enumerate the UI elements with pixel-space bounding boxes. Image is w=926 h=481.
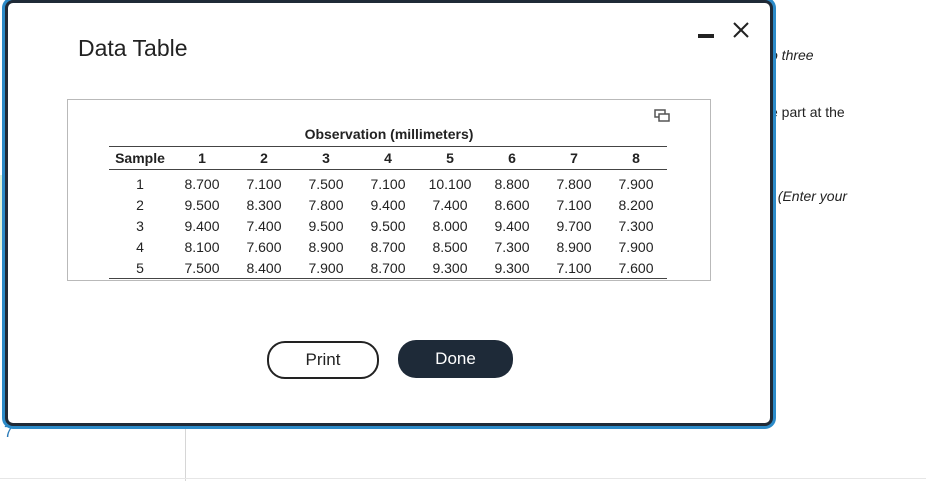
table-cell: 7.100 bbox=[370, 175, 406, 192]
table-cell: 7.100 bbox=[543, 257, 605, 279]
column-header: 4 bbox=[357, 146, 419, 170]
table-cell: 8.700 bbox=[370, 238, 406, 255]
table-row: 5 7.500 8.400 7.900 8.700 9.300 9.300 7.100 7.60… bbox=[109, 257, 667, 279]
done-button[interactable]: Done bbox=[398, 340, 513, 378]
table-cell: 10.100 bbox=[428, 175, 472, 192]
minimize-icon[interactable] bbox=[698, 34, 714, 38]
column-header: 5 bbox=[419, 146, 481, 170]
background-text: e part at the bbox=[770, 104, 845, 120]
background-divider bbox=[185, 428, 186, 481]
column-header: 7 bbox=[543, 146, 605, 170]
table-cell: 7.300 bbox=[494, 238, 530, 255]
table-cell: 9.300 bbox=[481, 257, 543, 279]
table-cell: 7.400 bbox=[246, 217, 282, 234]
column-header: 3 bbox=[295, 146, 357, 170]
background-divider bbox=[0, 478, 926, 479]
table-row: 4 8.100 7.600 8.900 8.700 8.500 7.300 8.900 7.90… bbox=[109, 236, 667, 257]
table-cell: 8.200 bbox=[618, 196, 654, 213]
sample-cell: 2 bbox=[136, 196, 144, 213]
background-accent-bar bbox=[0, 175, 4, 250]
column-header: 6 bbox=[481, 146, 543, 170]
table-cell: 8.700 bbox=[184, 175, 220, 192]
table-cell: 8.700 bbox=[357, 257, 419, 279]
column-header: Sample bbox=[109, 146, 171, 170]
table-cell: 8.900 bbox=[556, 238, 592, 255]
table-cell: 7.800 bbox=[556, 175, 592, 192]
data-table-panel: Observation (millimeters) Sample 1 2 3 4… bbox=[67, 99, 711, 281]
table-header-row: Sample 1 2 3 4 5 6 7 8 bbox=[109, 146, 667, 170]
table-cell: 9.400 bbox=[370, 196, 406, 213]
table-cell: 8.400 bbox=[233, 257, 295, 279]
table-cell: 9.700 bbox=[556, 217, 592, 234]
table-cell: 7.400 bbox=[432, 196, 468, 213]
table-cell: 9.500 bbox=[370, 217, 406, 234]
sample-cell: 3 bbox=[136, 217, 144, 234]
background-text: . (Enter your bbox=[770, 188, 848, 204]
column-header: 2 bbox=[233, 146, 295, 170]
table-cell: 7.100 bbox=[246, 175, 282, 192]
table-cell: 8.500 bbox=[432, 238, 468, 255]
table-cell: 8.100 bbox=[184, 238, 220, 255]
background-text: o three bbox=[770, 47, 814, 63]
table-cell: 7.600 bbox=[246, 238, 282, 255]
table-row: 3 9.400 7.400 9.500 9.500 8.000 9.400 9.700 7.30… bbox=[109, 215, 667, 236]
sample-cell: 5 bbox=[109, 257, 171, 279]
print-button[interactable]: Print bbox=[267, 341, 379, 379]
table-cell: 9.500 bbox=[308, 217, 344, 234]
table-cell: 7.900 bbox=[295, 257, 357, 279]
dialog-title: Data Table bbox=[78, 35, 188, 61]
table-cell: 9.400 bbox=[494, 217, 530, 234]
sample-cell: 4 bbox=[136, 238, 144, 255]
close-icon[interactable] bbox=[728, 17, 754, 43]
table-cell: 9.300 bbox=[419, 257, 481, 279]
table-cell: 7.100 bbox=[556, 196, 592, 213]
table-cell: 8.800 bbox=[494, 175, 530, 192]
table-cell: 8.000 bbox=[432, 217, 468, 234]
table-cell: 7.500 bbox=[171, 257, 233, 279]
table-cell: 7.800 bbox=[308, 196, 344, 213]
table-cell: 9.400 bbox=[184, 217, 220, 234]
table-cell: 9.500 bbox=[184, 196, 220, 213]
column-header: 1 bbox=[171, 146, 233, 170]
table-row: 2 9.500 8.300 7.800 9.400 7.400 8.600 7.100 8.20… bbox=[109, 194, 667, 215]
copy-icon[interactable] bbox=[654, 109, 670, 123]
table-cell: 7.900 bbox=[618, 238, 654, 255]
observation-header: Observation (millimeters) bbox=[304, 126, 474, 142]
table-cell: 7.300 bbox=[618, 217, 654, 234]
data-table-dialog: Data Table Observation (millimeters) Sam… bbox=[5, 0, 773, 426]
sample-cell: 1 bbox=[136, 175, 144, 192]
table-cell: 7.900 bbox=[618, 175, 654, 192]
table-cell: 8.600 bbox=[494, 196, 530, 213]
background-number: 7 bbox=[4, 424, 13, 441]
table-cell: 7.600 bbox=[605, 257, 667, 279]
table-cell: 8.900 bbox=[308, 238, 344, 255]
column-header: 8 bbox=[605, 146, 667, 170]
data-table: Sample 1 2 3 4 5 6 7 8 1 8.700 7.100 7.500 7… bbox=[109, 146, 667, 279]
table-cell: 8.300 bbox=[246, 196, 282, 213]
table-row: 1 8.700 7.100 7.500 7.100 10.100 8.800 7.800 7.9… bbox=[109, 170, 667, 195]
table-cell: 7.500 bbox=[308, 175, 344, 192]
